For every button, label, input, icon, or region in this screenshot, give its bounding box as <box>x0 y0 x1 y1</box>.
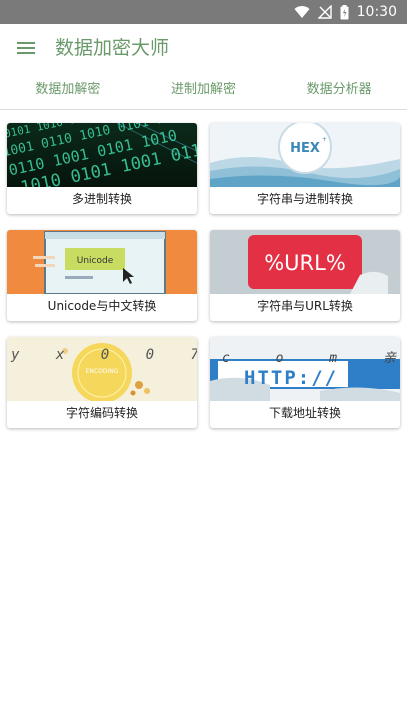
tab-bar: 数据加解密 进制加解密 数据分析器 <box>0 72 407 110</box>
card-label: 下载地址转换 <box>268 406 341 420</box>
wifi-icon <box>294 6 310 19</box>
card-string-radix[interactable]: HEX + 字符串与进制转换 <box>210 123 400 214</box>
encoding-image: ENCODING y x 0 0 7 . <box>7 337 197 401</box>
card-radix-conversion[interactable]: 0101 1010 0110 1001 0110 1001 0110 1010 … <box>7 123 197 214</box>
status-icons: 10:30 <box>294 3 397 21</box>
http-image: c o m 亲 测 HTTP:// <box>210 337 400 401</box>
url-image: %URL% <box>210 230 400 294</box>
svg-text:HEX: HEX <box>290 141 320 156</box>
card-download-url[interactable]: c o m 亲 测 HTTP:// 下载地址转换 <box>210 337 400 428</box>
card-label: 字符串与URL转换 <box>257 299 353 313</box>
hex-image: HEX + <box>210 123 400 187</box>
tab-data-analyzer[interactable]: 数据分析器 <box>271 72 407 109</box>
image-text-overlay: HTTP:// <box>244 367 339 389</box>
card-label: Unicode与中文转换 <box>47 299 157 313</box>
status-time: 10:30 <box>356 4 397 20</box>
card-unicode-chinese[interactable]: Unicode Unicode与中文转换 <box>7 230 197 321</box>
battery-icon <box>340 4 349 19</box>
tab-data-encrypt[interactable]: 数据加解密 <box>0 72 136 109</box>
binary-code-image: 0101 1010 0110 1001 0110 1001 0110 1010 … <box>7 123 197 187</box>
card-label: 多进制转换 <box>71 192 132 206</box>
menu-button[interactable] <box>14 36 38 60</box>
card-string-url[interactable]: %URL% 字符串与URL转换 <box>210 230 400 321</box>
svg-text:Unicode: Unicode <box>77 256 114 266</box>
unicode-image: Unicode <box>7 230 197 294</box>
tab-radix-encrypt[interactable]: 进制加解密 <box>136 72 272 109</box>
card-char-encoding[interactable]: ENCODING y x 0 0 7 . 字符编码转换 <box>7 337 197 428</box>
svg-text:%URL%: %URL% <box>264 251 346 275</box>
app-bar: 数据加密大师 <box>0 24 407 72</box>
hamburger-menu-icon <box>17 42 35 54</box>
card-label: 字符串与进制转换 <box>256 192 353 206</box>
svg-text:ENCODING: ENCODING <box>86 368 119 375</box>
app-title: 数据加密大师 <box>55 37 170 59</box>
svg-text:+: + <box>322 136 327 143</box>
status-bar: 10:30 <box>0 0 407 24</box>
card-label: 字符编码转换 <box>65 406 138 420</box>
image-text-overlay-2: c o m 亲 测 <box>222 351 400 366</box>
signal-off-icon <box>317 5 332 19</box>
image-text-overlay: y x 0 0 7 . <box>11 347 197 363</box>
